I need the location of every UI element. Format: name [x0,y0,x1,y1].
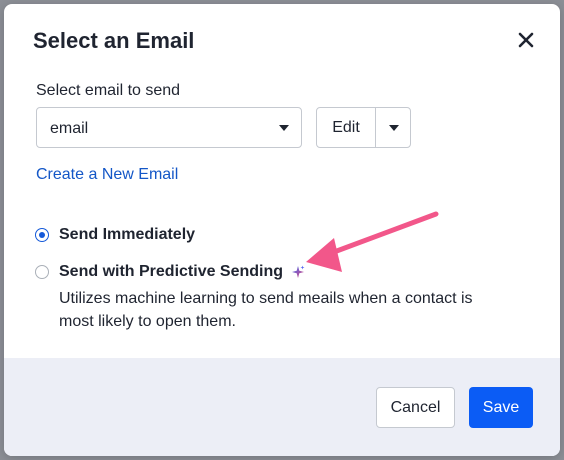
edit-options-button[interactable] [376,108,410,147]
predictive-sending-description: Utilizes machine learning to send meails… [59,290,473,330]
close-button[interactable] [516,30,536,50]
dialog-title: Select an Email [33,28,195,53]
send-immediately-option[interactable]: Send Immediately [35,225,195,245]
send-immediately-radio[interactable] [35,228,49,242]
create-new-email-link[interactable]: Create a New Email [36,165,178,185]
sparkle-icon [292,265,305,278]
chevron-down-icon [389,125,399,131]
edit-split-button: Edit [316,107,411,148]
predictive-sending-label[interactable]: Send with Predictive Sending [59,262,283,282]
dialog-footer: Cancel Save [4,358,560,456]
predictive-sending-radio[interactable] [35,265,49,279]
save-button[interactable]: Save [469,387,533,428]
email-select-label: Select email to send [36,82,181,99]
send-immediately-label[interactable]: Send Immediately [59,225,195,245]
predictive-sending-option[interactable]: Send with Predictive Sending [35,262,305,282]
close-icon [518,32,534,48]
cancel-button[interactable]: Cancel [376,387,455,428]
chevron-down-icon [279,125,289,131]
email-select[interactable]: email [36,107,302,148]
email-select-value: email [50,120,89,137]
edit-button[interactable]: Edit [317,108,376,147]
select-email-dialog: Select an Email Select email to send ema… [4,4,560,456]
